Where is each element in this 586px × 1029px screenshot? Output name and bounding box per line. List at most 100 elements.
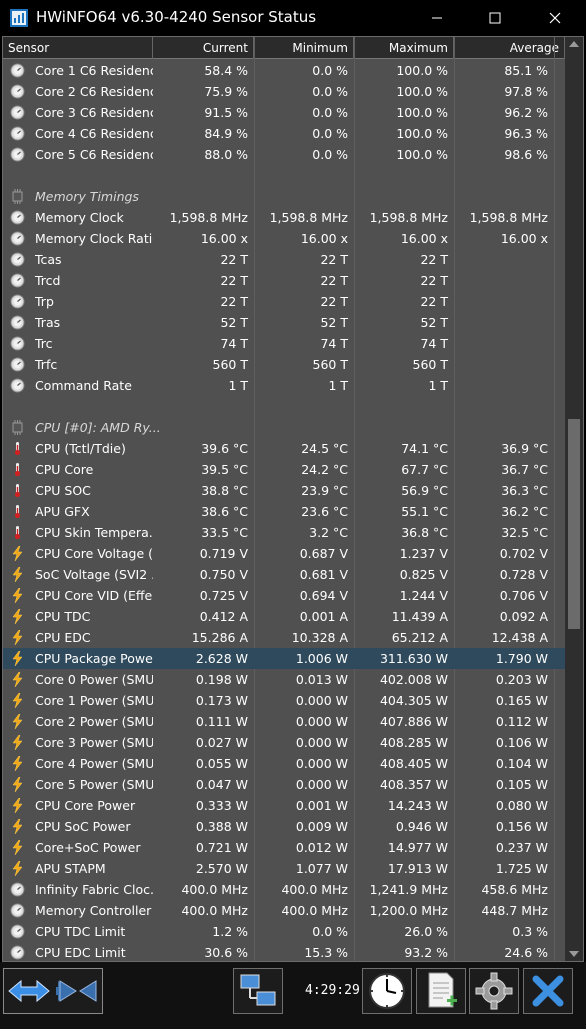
average-value: 0.105 W	[495, 777, 548, 792]
sensor-row[interactable]: CPU TDC Limit 1.2 % 0.0 % 26.0 % 0.3 %	[3, 921, 565, 942]
sensor-row[interactable]: Trfc 560 T 560 T 560 T	[3, 354, 565, 375]
sensor-name: CPU Core	[35, 462, 94, 477]
sensor-name: CPU Package Powe...	[35, 651, 153, 666]
sensor-row[interactable]: CPU (Tctl/Tdie) 39.6 °C 24.5 °C 74.1 °C 36.9…	[3, 438, 565, 459]
sensor-row[interactable]: Trp 22 T 22 T 22 T	[3, 291, 565, 312]
current-value: 74 T	[220, 336, 248, 351]
sensor-row[interactable]: CPU SOC 38.8 °C 23.9 °C 56.9 °C 36.3 °C	[3, 480, 565, 501]
lightning-icon	[12, 756, 23, 771]
exit-button[interactable]	[523, 968, 573, 1014]
sensor-row[interactable]: Core 2 C6 Residency 75.9 % 0.0 % 100.0 % 97.…	[3, 81, 565, 102]
gauge-icon	[10, 84, 25, 99]
network-button[interactable]	[233, 968, 283, 1014]
maximum-value: 26.0 %	[404, 924, 448, 939]
scroll-down-arrow-icon[interactable]	[569, 951, 579, 957]
column-header-sensor[interactable]: Sensor	[3, 37, 153, 59]
sensor-row[interactable]: Core 4 C6 Residency 84.9 % 0.0 % 100.0 % 96.…	[3, 123, 565, 144]
current-value: 0.719 V	[199, 546, 248, 561]
sensor-name: CPU Core VID (Effe...	[35, 588, 153, 603]
sensor-row[interactable]: Core 2 Power (SMU) 0.111 W 0.000 W 407.886 …	[3, 711, 565, 732]
reset-timer-button[interactable]	[362, 968, 412, 1014]
minimize-button[interactable]	[414, 0, 460, 36]
sensor-row[interactable]: Core 1 C6 Residency 58.4 % 0.0 % 100.0 % 85.…	[3, 60, 565, 81]
minimum-value: 52 T	[320, 315, 348, 330]
sensor-row[interactable]: CPU Package Powe... 2.628 W 1.006 W 311.630…	[3, 648, 565, 669]
gauge-icon	[10, 231, 25, 246]
sensor-name: Core 2 C6 Residency	[35, 84, 153, 99]
scroll-thumb[interactable]	[568, 419, 580, 629]
column-header-minimum[interactable]: Minimum	[254, 37, 354, 59]
sensor-row[interactable]: Trcd 22 T 22 T 22 T	[3, 270, 565, 291]
sensor-row[interactable]: CPU Core 39.5 °C 24.2 °C 67.7 °C 36.7 °C	[3, 459, 565, 480]
current-value: 0.055 W	[195, 756, 248, 771]
minimum-value: 24.2 °C	[301, 462, 348, 477]
expand-columns-button[interactable]	[4, 969, 53, 1013]
gauge-icon	[10, 945, 25, 960]
sensor-row[interactable]: Core 1 Power (SMU) 0.173 W 0.000 W 404.305 …	[3, 690, 565, 711]
sensor-row[interactable]: Core 5 C6 Residency 88.0 % 0.0 % 100.0 % 98.…	[3, 144, 565, 165]
average-value: 0.080 W	[495, 798, 548, 813]
maximum-value: 14.977 W	[387, 840, 448, 855]
sensor-group-row[interactable]: Memory Timings	[3, 186, 565, 207]
minimum-value: 15.3 %	[304, 945, 348, 960]
sensor-row[interactable]: Command Rate 1 T 1 T 1 T	[3, 375, 565, 396]
sensor-row[interactable]: Infinity Fabric Cloc... 400.0 MHz 400.0 MH…	[3, 879, 565, 900]
sensor-row[interactable]: Core 5 Power (SMU) 0.047 W 0.000 W 408.357 …	[3, 774, 565, 795]
sensor-row[interactable]: Tras 52 T 52 T 52 T	[3, 312, 565, 333]
current-value: 2.570 W	[195, 861, 248, 876]
sensor-row[interactable]: CPU EDC Limit 30.6 % 15.3 % 93.2 % 24.6 %	[3, 942, 565, 961]
sensor-row[interactable]: CPU TDC 0.412 A 0.001 A 11.439 A 0.092 A	[3, 606, 565, 627]
sensor-row[interactable]: SoC Voltage (SVI2 ... 0.750 V 0.681 V 0.825…	[3, 564, 565, 585]
column-header-maximum[interactable]: Maximum	[354, 37, 454, 59]
sensor-name: Memory Clock Ratio	[35, 231, 153, 246]
minimum-value: 0.0 %	[312, 63, 348, 78]
current-value: 2.628 W	[195, 651, 248, 666]
vertical-scrollbar[interactable]	[565, 37, 583, 961]
elapsed-time: 4:29:29	[305, 983, 360, 998]
sensor-row[interactable]: Trc 74 T 74 T 74 T	[3, 333, 565, 354]
logging-button[interactable]	[416, 968, 466, 1014]
lightning-icon	[12, 819, 23, 834]
sensor-row[interactable]: APU GFX 38.6 °C 23.6 °C 55.1 °C 36.2 °C	[3, 501, 565, 522]
average-value: 36.3 °C	[501, 483, 548, 498]
sensor-row[interactable]: Memory Controller ... 400.0 MHz 400.0 MHz 1…	[3, 900, 565, 921]
lightning-icon	[12, 630, 23, 645]
sensor-row[interactable]: CPU EDC 15.286 A 10.328 A 65.212 A 12.438 A	[3, 627, 565, 648]
current-value: 52 T	[220, 315, 248, 330]
collapse-columns-button[interactable]	[53, 969, 102, 1013]
lightning-icon	[12, 672, 23, 687]
sensor-row[interactable]: Memory Clock 1,598.8 MHz 1,598.8 MHz 1,598.…	[3, 207, 565, 228]
minimum-value: 0.687 V	[299, 546, 348, 561]
column-header-current[interactable]: Current	[153, 37, 254, 59]
sensor-row[interactable]: Core 4 Power (SMU) 0.055 W 0.000 W 408.405 …	[3, 753, 565, 774]
average-value: 0.702 V	[499, 546, 548, 561]
sensor-row[interactable]: Tcas 22 T 22 T 22 T	[3, 249, 565, 270]
sensor-row[interactable]: APU STAPM 2.570 W 1.077 W 17.913 W 1.725 W	[3, 858, 565, 879]
sensor-name: CPU SoC Power	[35, 819, 131, 834]
lightning-icon	[12, 567, 23, 582]
maximize-button[interactable]	[472, 0, 518, 36]
sensor-row[interactable]: Core 3 Power (SMU) 0.027 W 0.000 W 408.285 …	[3, 732, 565, 753]
sensor-row[interactable]: Core+SoC Power 0.721 W 0.012 W 14.977 W 0.23…	[3, 837, 565, 858]
sensor-row[interactable]: Memory Clock Ratio 16.00 x 16.00 x 16.00 x 1…	[3, 228, 565, 249]
current-value: 0.047 W	[195, 777, 248, 792]
minimum-value: 23.6 °C	[301, 504, 348, 519]
sensor-row[interactable]: CPU Core VID (Effe... 0.725 V 0.694 V 1.244…	[3, 585, 565, 606]
sensor-group-row[interactable]: CPU [#0]: AMD Ry...	[3, 417, 565, 438]
sensor-rows: Core 1 C6 Residency 58.4 % 0.0 % 100.0 % 85.…	[3, 60, 565, 961]
average-value: 96.2 %	[504, 105, 548, 120]
minimum-value: 0.0 %	[312, 147, 348, 162]
sensor-row[interactable]: CPU Skin Tempera... 33.5 °C 3.2 °C 36.8 °C 3…	[3, 522, 565, 543]
sensor-row[interactable]: CPU Core Voltage (... 0.719 V 0.687 V 1.237…	[3, 543, 565, 564]
sensor-row[interactable]: CPU SoC Power 0.388 W 0.009 W 0.946 W 0.156 …	[3, 816, 565, 837]
gauge-icon	[10, 147, 25, 162]
sensor-row[interactable]: Core 3 C6 Residency 91.5 % 0.0 % 100.0 % 96.…	[3, 102, 565, 123]
close-button[interactable]	[532, 0, 578, 36]
scroll-up-arrow-icon[interactable]	[569, 41, 579, 47]
column-header-average[interactable]: Average	[454, 37, 565, 59]
lightning-icon	[12, 609, 23, 624]
sensor-row[interactable]: CPU Core Power 0.333 W 0.001 W 14.243 W 0.08…	[3, 795, 565, 816]
panel-navigation-group	[3, 968, 103, 1014]
settings-button[interactable]	[469, 968, 519, 1014]
sensor-row[interactable]: Core 0 Power (SMU) 0.198 W 0.013 W 402.008 …	[3, 669, 565, 690]
